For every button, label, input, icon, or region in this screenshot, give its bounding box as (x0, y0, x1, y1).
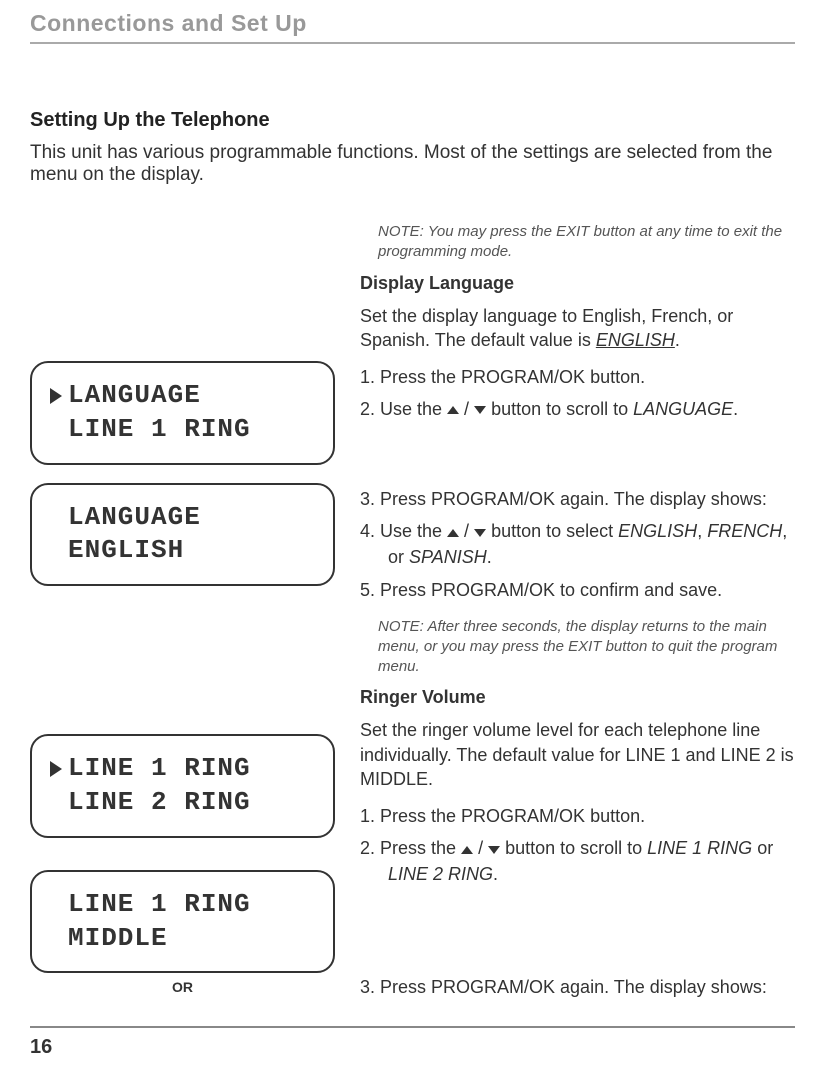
language-desc: Set the display language to English, Fre… (360, 304, 795, 353)
page-footer: 16 (30, 1026, 795, 1059)
lcd-ringer-menu: LINE 1 RING LINE 2 RING (30, 734, 335, 838)
arrow-down-icon (474, 529, 486, 537)
note-exit: NOTE: You may press the EXIT button at a… (378, 222, 795, 263)
lcd-line: LINE 1 RING (68, 413, 251, 447)
step: 5. Press PROGRAM/OK to confirm and save. (360, 577, 795, 603)
cursor-icon (50, 761, 62, 777)
header-title: Connections and Set Up (30, 10, 795, 37)
lcd-column: LANGUAGE LINE 1 RING LANGUAGE ENGLISH LI… (30, 216, 335, 1014)
lcd-line: MIDDLE (68, 922, 168, 956)
step: 1. Press the PROGRAM/OK button. (360, 364, 795, 390)
section-title: Setting Up the Telephone (30, 109, 795, 132)
ringer-desc: Set the ringer volume level for each tel… (360, 718, 795, 791)
lcd-line: LINE 1 RING (68, 752, 251, 786)
step: 1. Press the PROGRAM/OK button. (360, 803, 795, 829)
step: 3. Press PROGRAM/OK again. The display s… (360, 486, 795, 512)
lcd-line: ENGLISH (68, 534, 184, 568)
page-header: Connections and Set Up (30, 0, 795, 44)
lcd-language-menu: LANGUAGE LINE 1 RING (30, 361, 335, 465)
lcd-language-value: LANGUAGE ENGLISH (30, 483, 335, 587)
cursor-icon (50, 388, 62, 404)
ringer-heading: Ringer Volume (360, 687, 795, 708)
arrow-up-icon (447, 529, 459, 537)
ringer-steps-cont: 3. Press PROGRAM/OK again. The display s… (360, 974, 795, 1000)
step: 3. Press PROGRAM/OK again. The display s… (360, 974, 795, 1000)
page-number: 16 (30, 1036, 52, 1058)
instruction-column: NOTE: You may press the EXIT button at a… (360, 216, 795, 1014)
step: 4. Use the / button to select ENGLISH, F… (360, 518, 795, 570)
arrow-up-icon (447, 406, 459, 414)
ringer-steps: 1. Press the PROGRAM/OK button. 2. Press… (360, 803, 795, 887)
lcd-line: LANGUAGE (68, 379, 201, 413)
step: 2. Press the / button to scroll to LINE … (360, 835, 795, 887)
note-timeout: NOTE: After three seconds, the display r… (378, 617, 795, 678)
arrow-down-icon (488, 846, 500, 854)
language-heading: Display Language (360, 273, 795, 294)
step: 2. Use the / button to scroll to LANGUAG… (360, 396, 795, 422)
lcd-line: LINE 1 RING (68, 888, 251, 922)
arrow-down-icon (474, 406, 486, 414)
language-steps-cont: 3. Press PROGRAM/OK again. The display s… (360, 486, 795, 602)
section-intro: This unit has various programmable funct… (30, 142, 795, 186)
lcd-line: LANGUAGE (68, 501, 201, 535)
arrow-up-icon (461, 846, 473, 854)
lcd-line: LINE 2 RING (68, 786, 251, 820)
or-label: OR (30, 979, 335, 995)
language-steps: 1. Press the PROGRAM/OK button. 2. Use t… (360, 364, 795, 422)
lcd-ringer-value: LINE 1 RING MIDDLE (30, 870, 335, 974)
